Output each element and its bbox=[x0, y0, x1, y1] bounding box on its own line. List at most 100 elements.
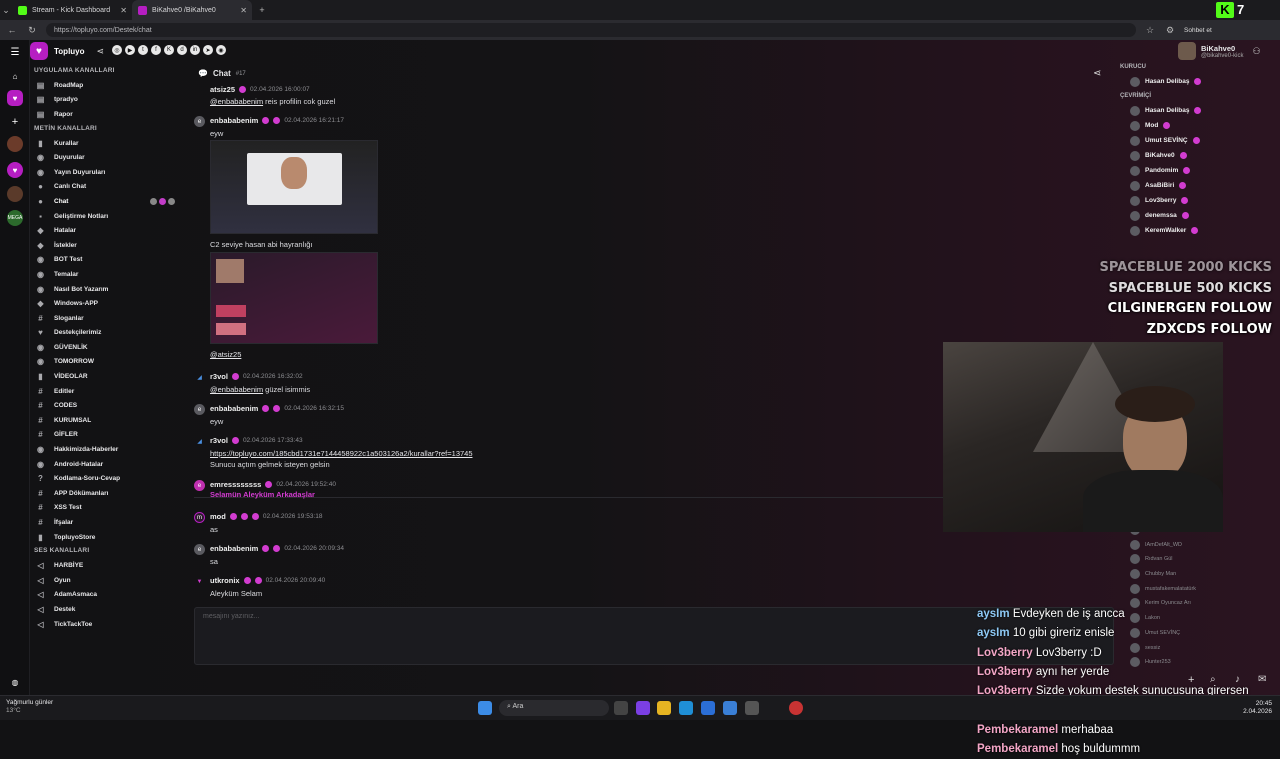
member-item-offline[interactable]: mustafakemalatatürk bbox=[1120, 581, 1270, 596]
mail-app-icon[interactable] bbox=[723, 701, 737, 715]
avatar[interactable]: e bbox=[194, 404, 205, 415]
channel-item[interactable]: ◉ BOT Test bbox=[30, 253, 185, 268]
topluyo-server-icon[interactable]: ♥ bbox=[7, 90, 23, 106]
channel-item[interactable]: # GİFLER bbox=[30, 428, 185, 443]
server-icon[interactable]: ♥ bbox=[7, 162, 23, 178]
avatar[interactable]: ◢ bbox=[194, 372, 205, 383]
channel-item[interactable]: ◉ TOMORROW bbox=[30, 355, 185, 370]
channel-item[interactable]: ▤ Rapor bbox=[30, 107, 185, 122]
close-tab-icon[interactable]: ✕ bbox=[240, 6, 247, 15]
mention-link[interactable]: @enbababenim bbox=[210, 385, 263, 394]
member-item[interactable]: BiKahve0 bbox=[1120, 148, 1280, 163]
channel-item[interactable]: ◉ Temalar bbox=[30, 267, 185, 282]
system-clock[interactable]: 20:45 2.04.2026 bbox=[1228, 700, 1272, 716]
member-item[interactable]: Lov3berry bbox=[1120, 193, 1280, 208]
channel-item[interactable]: ? Kodlama-Soru-Cevap bbox=[30, 471, 185, 486]
taskbar-search[interactable]: ⌕ Ara bbox=[499, 700, 609, 716]
server-icon[interactable] bbox=[7, 136, 23, 152]
channel-item[interactable]: ▤ tpradyo bbox=[30, 93, 185, 108]
voice-channel-item[interactable]: ◁ HARBİYE bbox=[30, 558, 185, 573]
channel-item[interactable]: # CODES bbox=[30, 398, 185, 413]
discord-icon[interactable]: d bbox=[177, 45, 187, 55]
server-icon[interactable]: MEGA bbox=[7, 210, 23, 226]
member-item[interactable]: AsaBiBiri bbox=[1120, 178, 1280, 193]
member-item[interactable]: Pandomim bbox=[1120, 163, 1280, 178]
message-username[interactable]: r3vol bbox=[210, 372, 228, 381]
sohbet-et-button[interactable]: Sohbet et bbox=[1184, 27, 1212, 34]
twitter-icon[interactable]: t bbox=[138, 45, 148, 55]
channel-item[interactable]: # Editler bbox=[30, 384, 185, 399]
add-server-plus-icon[interactable]: + bbox=[7, 114, 23, 130]
member-item[interactable]: KeremWalker bbox=[1120, 223, 1280, 238]
channel-item[interactable]: ▮ Kurallar bbox=[30, 136, 185, 151]
channel-item[interactable]: # Sloganlar bbox=[30, 311, 185, 326]
member-item-offline[interactable]: Chubby Man bbox=[1120, 567, 1270, 582]
voice-channel-item[interactable]: ◁ Oyun bbox=[30, 573, 185, 588]
voice-channel-item[interactable]: ◁ TickTackToe bbox=[30, 617, 185, 632]
channel-item[interactable]: ▪ Geliştirme Notları bbox=[30, 209, 185, 224]
avatar[interactable]: e bbox=[194, 544, 205, 555]
channel-item[interactable]: ◆ Hatalar bbox=[30, 223, 185, 238]
message-username[interactable]: emressssssss bbox=[210, 480, 261, 489]
channel-item[interactable]: ▮ VİDEOLAR bbox=[30, 369, 185, 384]
star-icon[interactable]: ☆ bbox=[1144, 25, 1156, 36]
attached-profile-image[interactable] bbox=[210, 252, 378, 344]
member-item[interactable]: Umut SEVİNÇ bbox=[1120, 133, 1280, 148]
linkedin-icon[interactable]: in bbox=[190, 45, 200, 55]
youtube-icon[interactable]: ▶ bbox=[125, 45, 135, 55]
server-icon[interactable] bbox=[7, 186, 23, 202]
tab-menu-chevron-icon[interactable]: ⌄ bbox=[0, 5, 12, 16]
edge-browser-icon[interactable] bbox=[679, 701, 693, 715]
member-item-offline[interactable]: Rıdvan Gül bbox=[1120, 552, 1270, 567]
message-username[interactable]: enbababenim bbox=[210, 116, 258, 125]
member-item[interactable]: Mod bbox=[1120, 118, 1280, 133]
message-username[interactable]: enbababenim bbox=[210, 404, 258, 413]
avatar[interactable]: e bbox=[194, 116, 205, 127]
channel-item[interactable]: # APP Dökümanları bbox=[30, 486, 185, 501]
channel-item[interactable]: ◉ Duyurular bbox=[30, 150, 185, 165]
mail-icon[interactable]: ✉ bbox=[1258, 674, 1266, 685]
store-icon[interactable] bbox=[701, 701, 715, 715]
avatar[interactable]: ◢ bbox=[194, 436, 205, 447]
bell-icon[interactable]: ♪ bbox=[1235, 674, 1240, 685]
telegram-icon[interactable]: ➤ bbox=[203, 45, 213, 55]
back-arrow-icon[interactable]: ← bbox=[6, 25, 18, 35]
task-view-icon[interactable] bbox=[614, 701, 628, 715]
voice-channel-item[interactable]: ◁ Destek bbox=[30, 602, 185, 617]
copilot-icon[interactable] bbox=[636, 701, 650, 715]
message-input[interactable]: mesajını yazınız... bbox=[194, 607, 1114, 665]
avatar[interactable]: ▼ bbox=[194, 576, 205, 587]
channel-item[interactable]: ◉ GÜVENLİK bbox=[30, 340, 185, 355]
github-icon[interactable]: ◉ bbox=[216, 45, 226, 55]
current-user[interactable]: BiKahve0 @bikahve0-kick ⚇ bbox=[1178, 42, 1261, 60]
tab-kick-dashboard[interactable]: Stream - Kick Dashboard ✕ bbox=[12, 0, 132, 20]
mention-link[interactable]: @enbababenim bbox=[210, 97, 263, 106]
reload-icon[interactable]: ↻ bbox=[26, 25, 38, 36]
message-username[interactable]: mod bbox=[210, 512, 226, 521]
kick-icon[interactable]: K bbox=[164, 45, 174, 55]
new-tab-plus-icon[interactable]: + bbox=[256, 5, 268, 15]
member-item[interactable]: denemssa bbox=[1120, 208, 1280, 223]
channel-item[interactable]: # İfşalar bbox=[30, 515, 185, 530]
app-icon[interactable] bbox=[745, 701, 759, 715]
facebook-icon[interactable]: f bbox=[151, 45, 161, 55]
message-link[interactable]: https://topluyo.com/185cbd1731e714445892… bbox=[210, 449, 473, 458]
channel-item[interactable]: ◉ Android-Hatalar bbox=[30, 457, 185, 472]
attached-screenshot-image[interactable] bbox=[210, 140, 378, 234]
channel-item[interactable]: ◉ Nasıl Bot Yazarım bbox=[30, 282, 185, 297]
message-username[interactable]: r3vol bbox=[210, 436, 228, 445]
tab-topluyo[interactable]: BiKahve0 /BiKahve0 ✕ bbox=[132, 0, 252, 20]
obs-icon[interactable] bbox=[789, 701, 803, 715]
members-icon[interactable]: ⚇ bbox=[1252, 46, 1260, 57]
start-menu-icon[interactable] bbox=[478, 701, 492, 715]
mention-link[interactable]: @atsiz25 bbox=[210, 350, 241, 359]
member-item[interactable]: Hasan Delibaş bbox=[1120, 74, 1280, 89]
channel-item[interactable]: # KURUMSAL bbox=[30, 413, 185, 428]
social-icon[interactable]: ◎ bbox=[112, 45, 122, 55]
share-icon[interactable]: ⋖ bbox=[1093, 68, 1101, 79]
avatar[interactable]: e bbox=[194, 480, 205, 491]
channel-item[interactable]: ● Canlı Chat bbox=[30, 180, 185, 195]
file-explorer-icon[interactable] bbox=[657, 701, 671, 715]
channel-item[interactable]: ♥ Destekçilerimiz bbox=[30, 326, 185, 341]
channel-item[interactable]: ◉ Yayın Duyuruları bbox=[30, 165, 185, 180]
